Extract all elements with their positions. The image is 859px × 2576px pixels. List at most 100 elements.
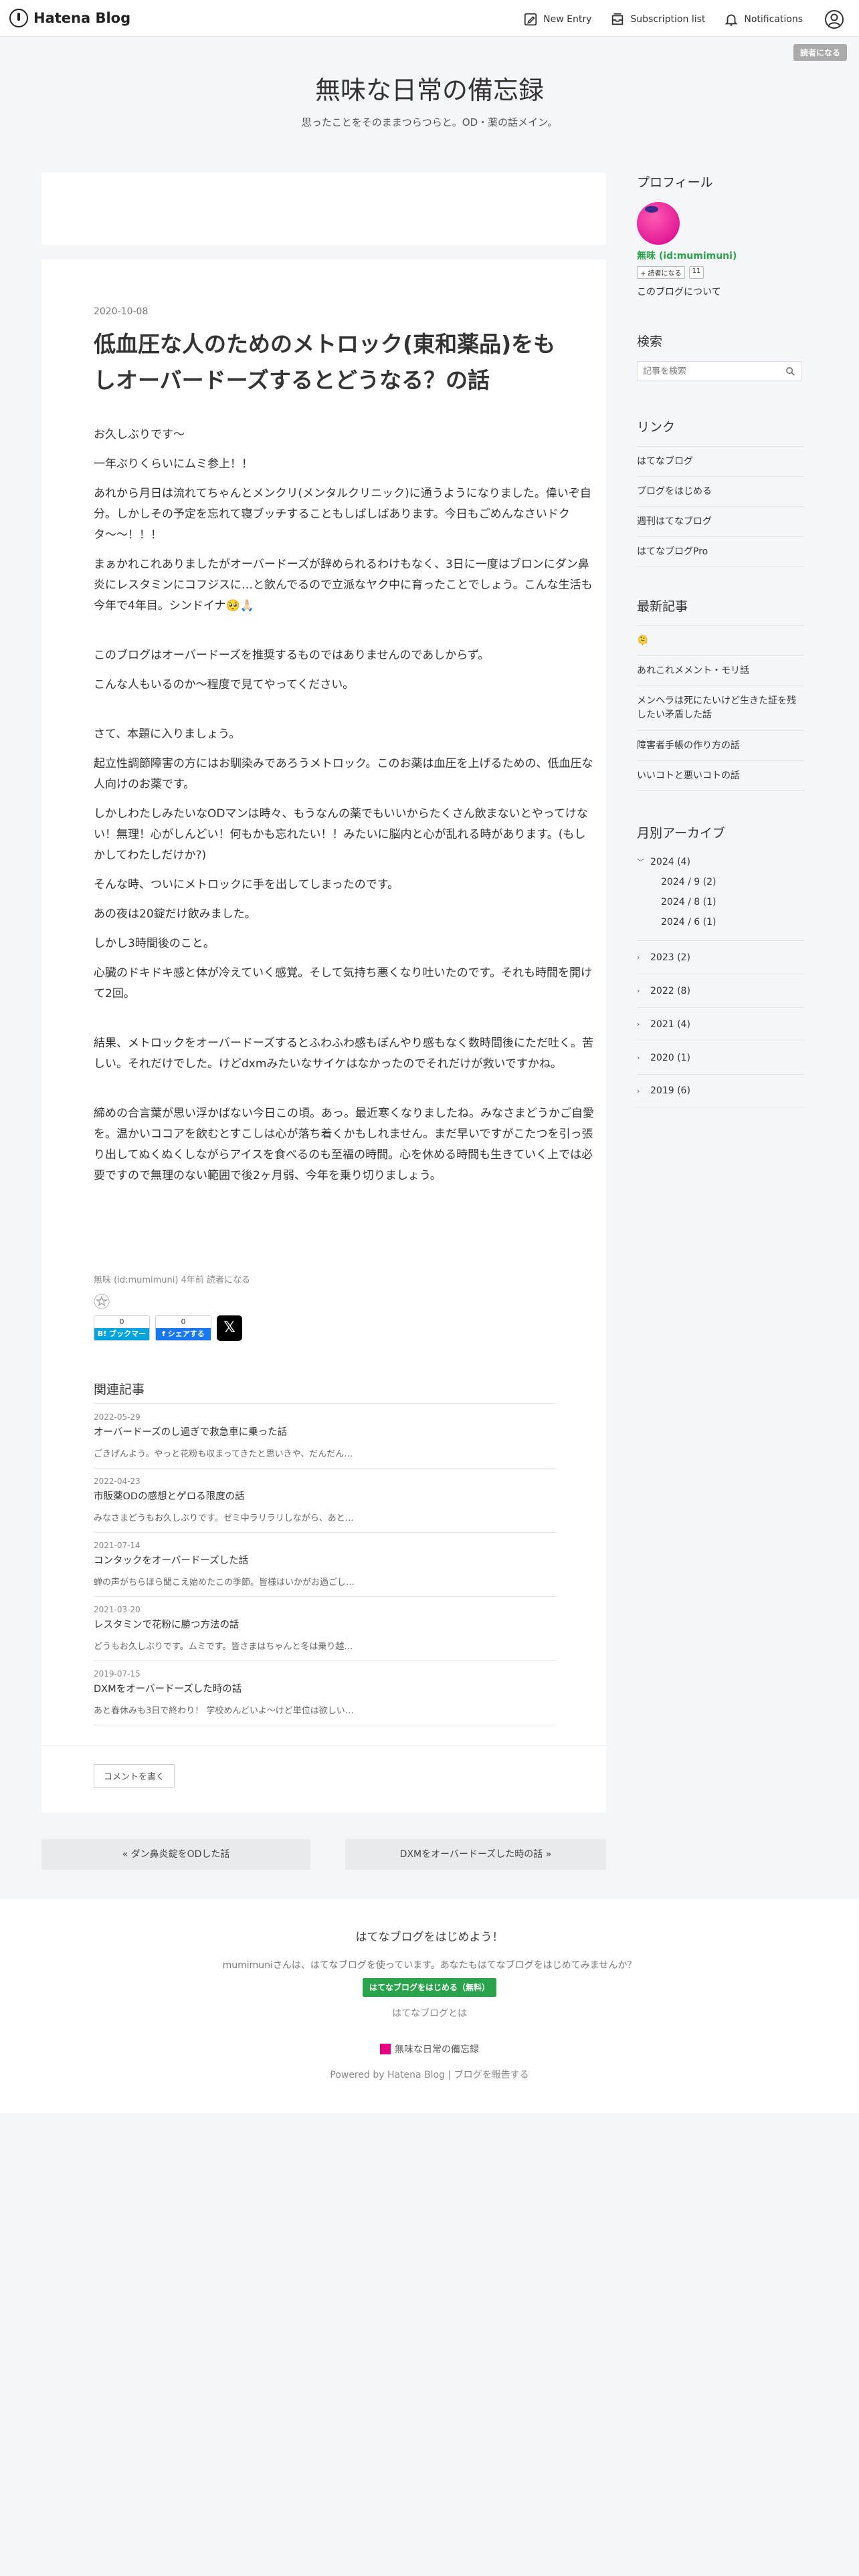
profile-name[interactable]: 無味 (id:mumimuni): [637, 249, 804, 262]
archive-year[interactable]: › 2020 (1): [637, 1041, 804, 1074]
chevron-right-icon[interactable]: ›: [637, 1020, 644, 1029]
footer-blog-link[interactable]: 無味な日常の備忘録: [0, 2042, 859, 2056]
related-entry-date: 2021-07-14: [94, 1541, 140, 1550]
related-entry-excerpt: あと春休みも3日で終わり！ 学校めんどいよ〜けど単位は欲しい…: [94, 1706, 354, 1716]
related-entry-excerpt: みなさまどうもお久しぶりです。ゼミ中ラリラリしながら、あと…: [94, 1513, 354, 1523]
article-paragraph: 起立性調節障害の方にはお馴染みであろうメトロック。このお薬は血圧を上げるための、…: [94, 757, 593, 791]
archive-heading: 月別アーカイブ: [637, 826, 725, 841]
chevron-down-icon[interactable]: ﹀: [637, 857, 644, 867]
related-entry[interactable]: 2022-05-29 オーバードーズのし過ぎで救急車に乗った話 ごきげんよう。や…: [94, 1404, 555, 1469]
related-entry-excerpt: ごきげんよう。やっと花粉も収まってきたと思いきや、だんだん…: [94, 1449, 353, 1459]
related-entry-title[interactable]: オーバードーズのし過ぎで救急車に乗った話: [94, 1424, 555, 1438]
archive-year[interactable]: › 2019 (6): [637, 1074, 804, 1107]
subscribe-button[interactable]: 読者になる: [793, 44, 847, 61]
global-header: Hatena Blog New Entry Subscription list …: [0, 0, 859, 37]
chevron-right-icon[interactable]: ›: [637, 986, 644, 995]
bell-icon: [725, 14, 738, 26]
article-body: お久しぶりです〜 一年ぶりくらいにムミ参上！！ あれから月日は流れてちゃんとメン…: [94, 425, 597, 1195]
x-share-button[interactable]: 𝕏: [217, 1315, 242, 1341]
follower-count[interactable]: 11: [688, 266, 704, 279]
related-entry-title[interactable]: 市販薬ODの感想とゲロる限度の話: [94, 1489, 555, 1503]
archive-year-label: 2022 (8): [650, 985, 690, 996]
article-paragraph: しかし3時間後のこと。: [94, 937, 215, 950]
notifications-link[interactable]: Notifications: [724, 12, 803, 27]
related-entry[interactable]: 2021-03-20 レスタミンで花粉に勝つ方法の話 どうもお久しぶりです。ムミ…: [94, 1597, 555, 1661]
sidebar-link[interactable]: はてなブログ: [637, 447, 804, 477]
article-paragraph: このブログはオーバードーズを推奨するものではありませんのであしからず。: [94, 649, 490, 662]
recent-entry-link[interactable]: メンヘラは死にたいけど生きた証を残したい矛盾した話: [637, 686, 804, 731]
search-input[interactable]: [638, 362, 771, 381]
subscription-list-link[interactable]: Subscription list: [610, 12, 705, 27]
article-paragraph: あの夜は20錠だけ飲みました。: [94, 907, 256, 921]
related-entry-date: 2021-03-20: [94, 1605, 140, 1614]
related-divider: [94, 1403, 555, 1404]
profile-avatar[interactable]: [637, 202, 680, 245]
footer-blog-name: 無味な日常の備忘録: [395, 2044, 479, 2055]
archive-month[interactable]: 2024 / 6 (1): [637, 912, 804, 932]
blog-title[interactable]: 無味な日常の備忘録: [0, 70, 859, 106]
next-entry-link[interactable]: DXMをオーバードーズした時の話 »: [345, 1839, 606, 1870]
related-entry[interactable]: 2022-04-23 市販薬ODの感想とゲロる限度の話 みなさまどうもお久しぶり…: [94, 1469, 555, 1533]
write-comment-button[interactable]: コメントを書く: [94, 1764, 175, 1788]
article-date[interactable]: 2020-10-08: [94, 306, 148, 317]
related-entry-title[interactable]: DXMをオーバードーズした時の話: [94, 1681, 555, 1695]
related-entry-date: 2022-05-29: [94, 1412, 140, 1422]
new-entry-label: New Entry: [543, 14, 592, 25]
sidebar-link[interactable]: 週刊はてなブログ: [637, 507, 804, 537]
archive-year[interactable]: › 2021 (4): [637, 1007, 804, 1041]
archive-month[interactable]: 2024 / 9 (2): [637, 872, 804, 892]
article-title[interactable]: 低血圧な人のためのメトロック(東和薬品)をもしオーバードーズするとどうなる？の話: [94, 326, 562, 399]
related-entry[interactable]: 2019-07-15 DXMをオーバードーズした時の話 あと春休みも3日で終わり…: [94, 1661, 555, 1725]
what-is-hatena-link[interactable]: はてなブログとは: [0, 2006, 859, 2020]
related-entry-date: 2022-04-23: [94, 1477, 140, 1486]
profile-heading: プロフィール: [637, 175, 713, 190]
sidebar-link[interactable]: はてなブログPro: [637, 537, 804, 567]
about-blog-link[interactable]: このブログについて: [637, 285, 804, 298]
archive-year[interactable]: › 2023 (2): [637, 940, 804, 974]
search-icon[interactable]: [785, 366, 795, 377]
facebook-count: 0: [181, 1317, 186, 1326]
recent-entry-link[interactable]: 🫠: [637, 626, 804, 656]
links-heading: リンク: [637, 420, 676, 435]
bookmark-label: B! ブックマーク: [94, 1328, 149, 1350]
powered-by[interactable]: Powered by Hatena Blog | ブログを報告する: [0, 2068, 859, 2081]
user-account-icon[interactable]: [824, 9, 844, 29]
related-entry-excerpt: 蝉の声がちらほら聞こえ始めたこの季節。皆様はいかがお過ごし…: [94, 1578, 355, 1588]
start-blog-button[interactable]: はてなブログをはじめる（無料）: [363, 1978, 496, 1997]
recent-entries-heading: 最新記事: [637, 599, 688, 614]
recent-entry-link[interactable]: 障害者手帳の作り方の話: [637, 731, 804, 761]
related-entry-date: 2019-07-15: [94, 1669, 140, 1679]
chevron-right-icon[interactable]: ›: [637, 1087, 644, 1095]
archive-month[interactable]: 2024 / 8 (1): [637, 892, 804, 912]
prev-entry-link[interactable]: « ダン鼻炎錠をODした話: [41, 1839, 310, 1870]
chevron-right-icon[interactable]: ›: [637, 953, 644, 962]
related-entries-heading: 関連記事: [94, 1382, 145, 1397]
facebook-share-button[interactable]: 0 f シェアする: [155, 1315, 211, 1341]
recent-entry-link[interactable]: あれこれメメント・モリ話: [637, 656, 804, 686]
archive-year-open[interactable]: ﹀ 2024 (4): [637, 852, 804, 872]
new-entry-link[interactable]: New Entry: [523, 12, 591, 27]
hatena-bookmark-button[interactable]: 0 B! ブックマーク: [94, 1315, 150, 1350]
article-footer-divider: [41, 1745, 606, 1746]
related-entry-title[interactable]: コンタックをオーバードーズした話: [94, 1553, 555, 1567]
hatena-blog-logo[interactable]: Hatena Blog: [9, 9, 130, 27]
related-entry[interactable]: 2021-07-14 コンタックをオーバードーズした話 蝉の声がちらほら聞こえ始…: [94, 1533, 555, 1597]
article-author-meta[interactable]: 無味 (id:mumimuni) 4年前 読者になる: [94, 1273, 250, 1285]
inbox-icon: [612, 13, 624, 25]
page-footer: はてなブログをはじめよう！ mumimuniさんは、はてなブログを使っています。…: [0, 1899, 859, 2113]
follow-button[interactable]: + 読者になる: [637, 266, 685, 279]
archive-year-label: 2023 (2): [650, 952, 690, 963]
star-add-icon[interactable]: [94, 1293, 110, 1309]
article-paragraph: 締めの合言葉が思い浮かばない今日この頃。あっ。最近寒くなりましたね。みなさまどう…: [94, 1107, 594, 1182]
related-entry-title[interactable]: レスタミンで花粉に勝つ方法の話: [94, 1617, 555, 1631]
chevron-right-icon[interactable]: ›: [637, 1053, 644, 1062]
article-paragraph: お久しぶりです〜: [94, 428, 185, 441]
recent-entry-link[interactable]: いいコトと悪いコトの話: [637, 761, 804, 791]
sidebar-link[interactable]: ブログをはじめる: [637, 477, 804, 507]
archive-year[interactable]: › 2022 (8): [637, 974, 804, 1007]
article-paragraph: こんな人もいるのか〜程度で見てやってください。: [94, 678, 355, 691]
